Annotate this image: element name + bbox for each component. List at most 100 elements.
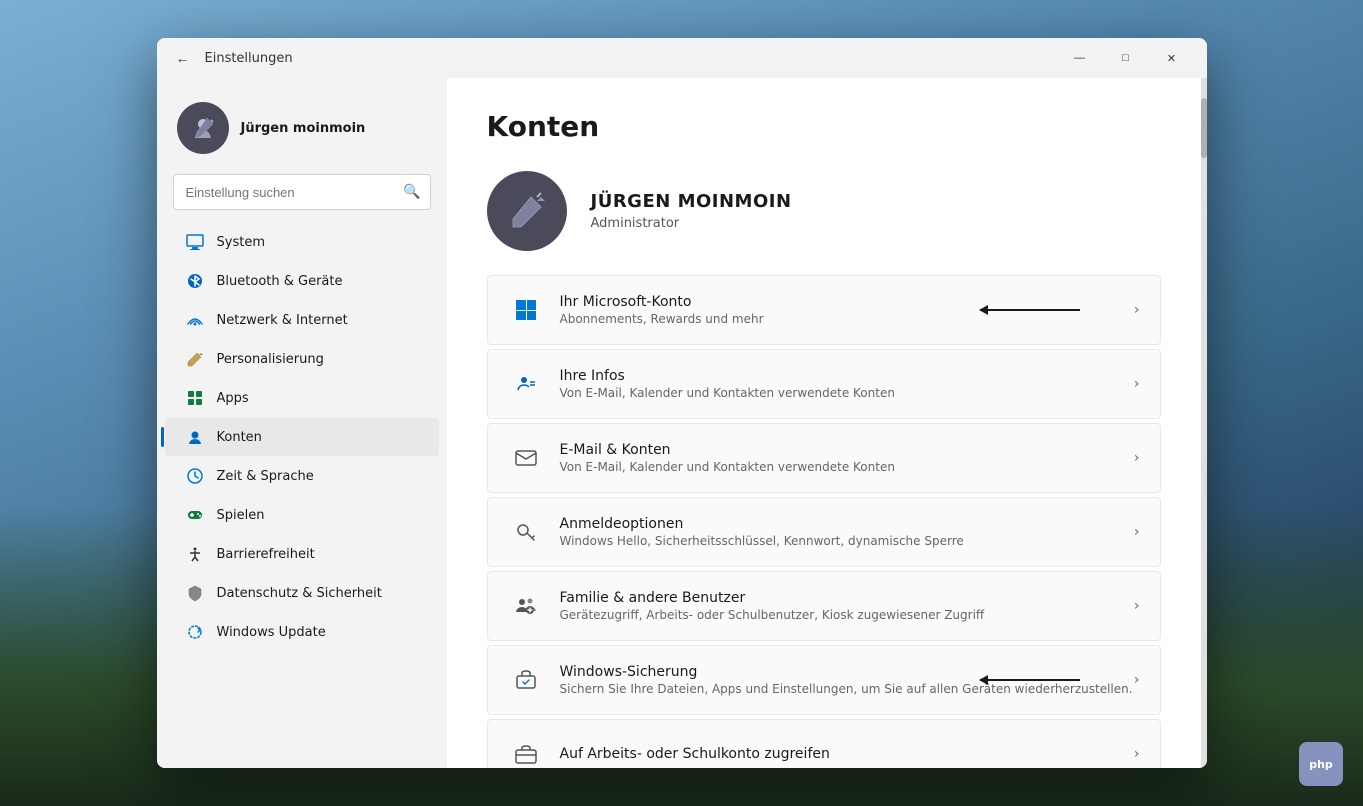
page-title: Konten [487,110,1161,143]
back-button[interactable]: ← [169,44,197,72]
setting-email[interactable]: E-Mail & Konten Von E-Mail, Kalender und… [487,423,1161,493]
setting-family[interactable]: Familie & andere Benutzer Gerätezugriff,… [487,571,1161,641]
window-title: Einstellungen [205,51,1057,66]
sidebar-item-label-network: Netzwerk & Internet [217,313,348,328]
setting-desc-your-info: Von E-Mail, Kalender und Kontakten verwe… [560,386,1134,400]
setting-text-work-school: Auf Arbeits- oder Schulkonto zugreifen [560,746,1134,762]
arrow-line-1 [980,309,1080,311]
sidebar-item-bluetooth[interactable]: Bluetooth & Geräte [165,262,439,300]
bluetooth-icon [185,271,205,291]
sidebar-item-time[interactable]: Zeit & Sprache [165,457,439,495]
chevron-right-icon-email: › [1134,450,1140,466]
setting-desc-sign-in: Windows Hello, Sicherheitsschlüssel, Ken… [560,534,1134,548]
main-content: Jürgen moinmoin 🔍 [157,78,1207,768]
account-avatar [487,171,567,251]
arrow-annotation-1 [980,309,1080,311]
sidebar-item-network[interactable]: Netzwerk & Internet [165,301,439,339]
gamepad-icon [185,505,205,525]
sidebar-item-privacy[interactable]: Datenschutz & Sicherheit [165,574,439,612]
apps-icon [185,388,205,408]
arrow-annotation-2 [980,679,1080,681]
scroll-indicator[interactable] [1201,78,1207,768]
scroll-thumb [1201,98,1207,158]
briefcase-icon [508,736,544,768]
maximize-button[interactable]: □ [1103,42,1149,74]
setting-desc-microsoft-account: Abonnements, Rewards und mehr [560,312,1134,326]
setting-microsoft-account[interactable]: Ihr Microsoft-Konto Abonnements, Rewards… [487,275,1161,345]
settings-list: Ihr Microsoft-Konto Abonnements, Rewards… [487,275,1161,768]
network-icon [185,310,205,330]
setting-title-work-school: Auf Arbeits- oder Schulkonto zugreifen [560,746,1134,762]
sidebar-item-label-accounts: Konten [217,430,262,445]
sidebar-item-system[interactable]: System [165,223,439,261]
sidebar-item-label-apps: Apps [217,391,249,406]
chevron-right-icon-microsoft: › [1134,302,1140,318]
setting-text-family: Familie & andere Benutzer Gerätezugriff,… [560,590,1134,622]
sidebar-item-accounts[interactable]: Konten [165,418,439,456]
search-input[interactable] [173,174,431,210]
clock-icon [185,466,205,486]
sidebar-item-update[interactable]: Windows Update [165,613,439,651]
search-icon: 🔍 [403,184,420,200]
chevron-right-icon-info: › [1134,376,1140,392]
chevron-right-icon-signin: › [1134,524,1140,540]
sidebar-nav: System Bluetooth & Geräte [157,222,447,652]
window-controls: — □ ✕ [1057,42,1195,74]
refresh-icon [185,622,205,642]
accessibility-icon [185,544,205,564]
setting-title-backup: Windows-Sicherung [560,664,1134,680]
setting-text-sign-in: Anmeldeoptionen Windows Hello, Sicherhei… [560,516,1134,548]
titlebar: ← Einstellungen — □ ✕ [157,38,1207,78]
account-name: JÜRGEN MOINMOIN [591,191,792,212]
sidebar-item-label-personalization: Personalisierung [217,352,324,367]
setting-text-your-info: Ihre Infos Von E-Mail, Kalender und Kont… [560,368,1134,400]
arrow-line-2 [980,679,1080,681]
arrowhead-1 [979,305,988,315]
setting-title-email: E-Mail & Konten [560,442,1134,458]
backup-icon [508,662,544,698]
sidebar-item-accessibility[interactable]: Barrierefreiheit [165,535,439,573]
setting-work-school[interactable]: Auf Arbeits- oder Schulkonto zugreifen › [487,719,1161,768]
sidebar-item-label-privacy: Datenschutz & Sicherheit [217,586,382,601]
setting-title-microsoft-account: Ihr Microsoft-Konto [560,294,1134,310]
sidebar-item-label-time: Zeit & Sprache [217,469,314,484]
sidebar-item-label-update: Windows Update [217,625,326,640]
account-info: JÜRGEN MOINMOIN Administrator [591,191,792,231]
setting-text-email: E-Mail & Konten Von E-Mail, Kalender und… [560,442,1134,474]
setting-desc-email: Von E-Mail, Kalender und Kontakten verwe… [560,460,1134,474]
person-icon [185,427,205,447]
shield-icon [185,583,205,603]
setting-your-info[interactable]: Ihre Infos Von E-Mail, Kalender und Kont… [487,349,1161,419]
sidebar-item-personalization[interactable]: Personalisierung [165,340,439,378]
sidebar: Jürgen moinmoin 🔍 [157,78,447,768]
sidebar-item-label-bluetooth: Bluetooth & Geräte [217,274,343,289]
windows-icon [508,292,544,328]
sidebar-item-label-system: System [217,235,265,250]
chevron-right-icon-backup: › [1134,672,1140,688]
email-icon [508,440,544,476]
setting-sign-in[interactable]: Anmeldeoptionen Windows Hello, Sicherhei… [487,497,1161,567]
sidebar-search: 🔍 [173,174,431,210]
setting-desc-backup: Sichern Sie Ihre Dateien, Apps und Einst… [560,682,1134,696]
setting-backup[interactable]: Windows-Sicherung Sichern Sie Ihre Datei… [487,645,1161,715]
person-card-icon [508,366,544,402]
monitor-icon [185,232,205,252]
minimize-button[interactable]: — [1057,42,1103,74]
arrowhead-2 [979,675,988,685]
sidebar-item-label-accessibility: Barrierefreiheit [217,547,315,562]
chevron-right-icon-family: › [1134,598,1140,614]
key-icon [508,514,544,550]
setting-desc-family: Gerätezugriff, Arbeits- oder Schulbenutz… [560,608,1134,622]
sidebar-item-label-gaming: Spielen [217,508,265,523]
sidebar-username: Jürgen moinmoin [241,121,366,136]
close-button[interactable]: ✕ [1149,42,1195,74]
setting-title-family: Familie & andere Benutzer [560,590,1134,606]
settings-window: ← Einstellungen — □ ✕ [157,38,1207,768]
setting-title-your-info: Ihre Infos [560,368,1134,384]
account-role: Administrator [591,216,792,231]
sidebar-profile: Jürgen moinmoin [157,94,447,174]
account-header: JÜRGEN MOINMOIN Administrator [487,171,1161,251]
sidebar-item-gaming[interactable]: Spielen [165,496,439,534]
brush-icon [185,349,205,369]
sidebar-item-apps[interactable]: Apps [165,379,439,417]
